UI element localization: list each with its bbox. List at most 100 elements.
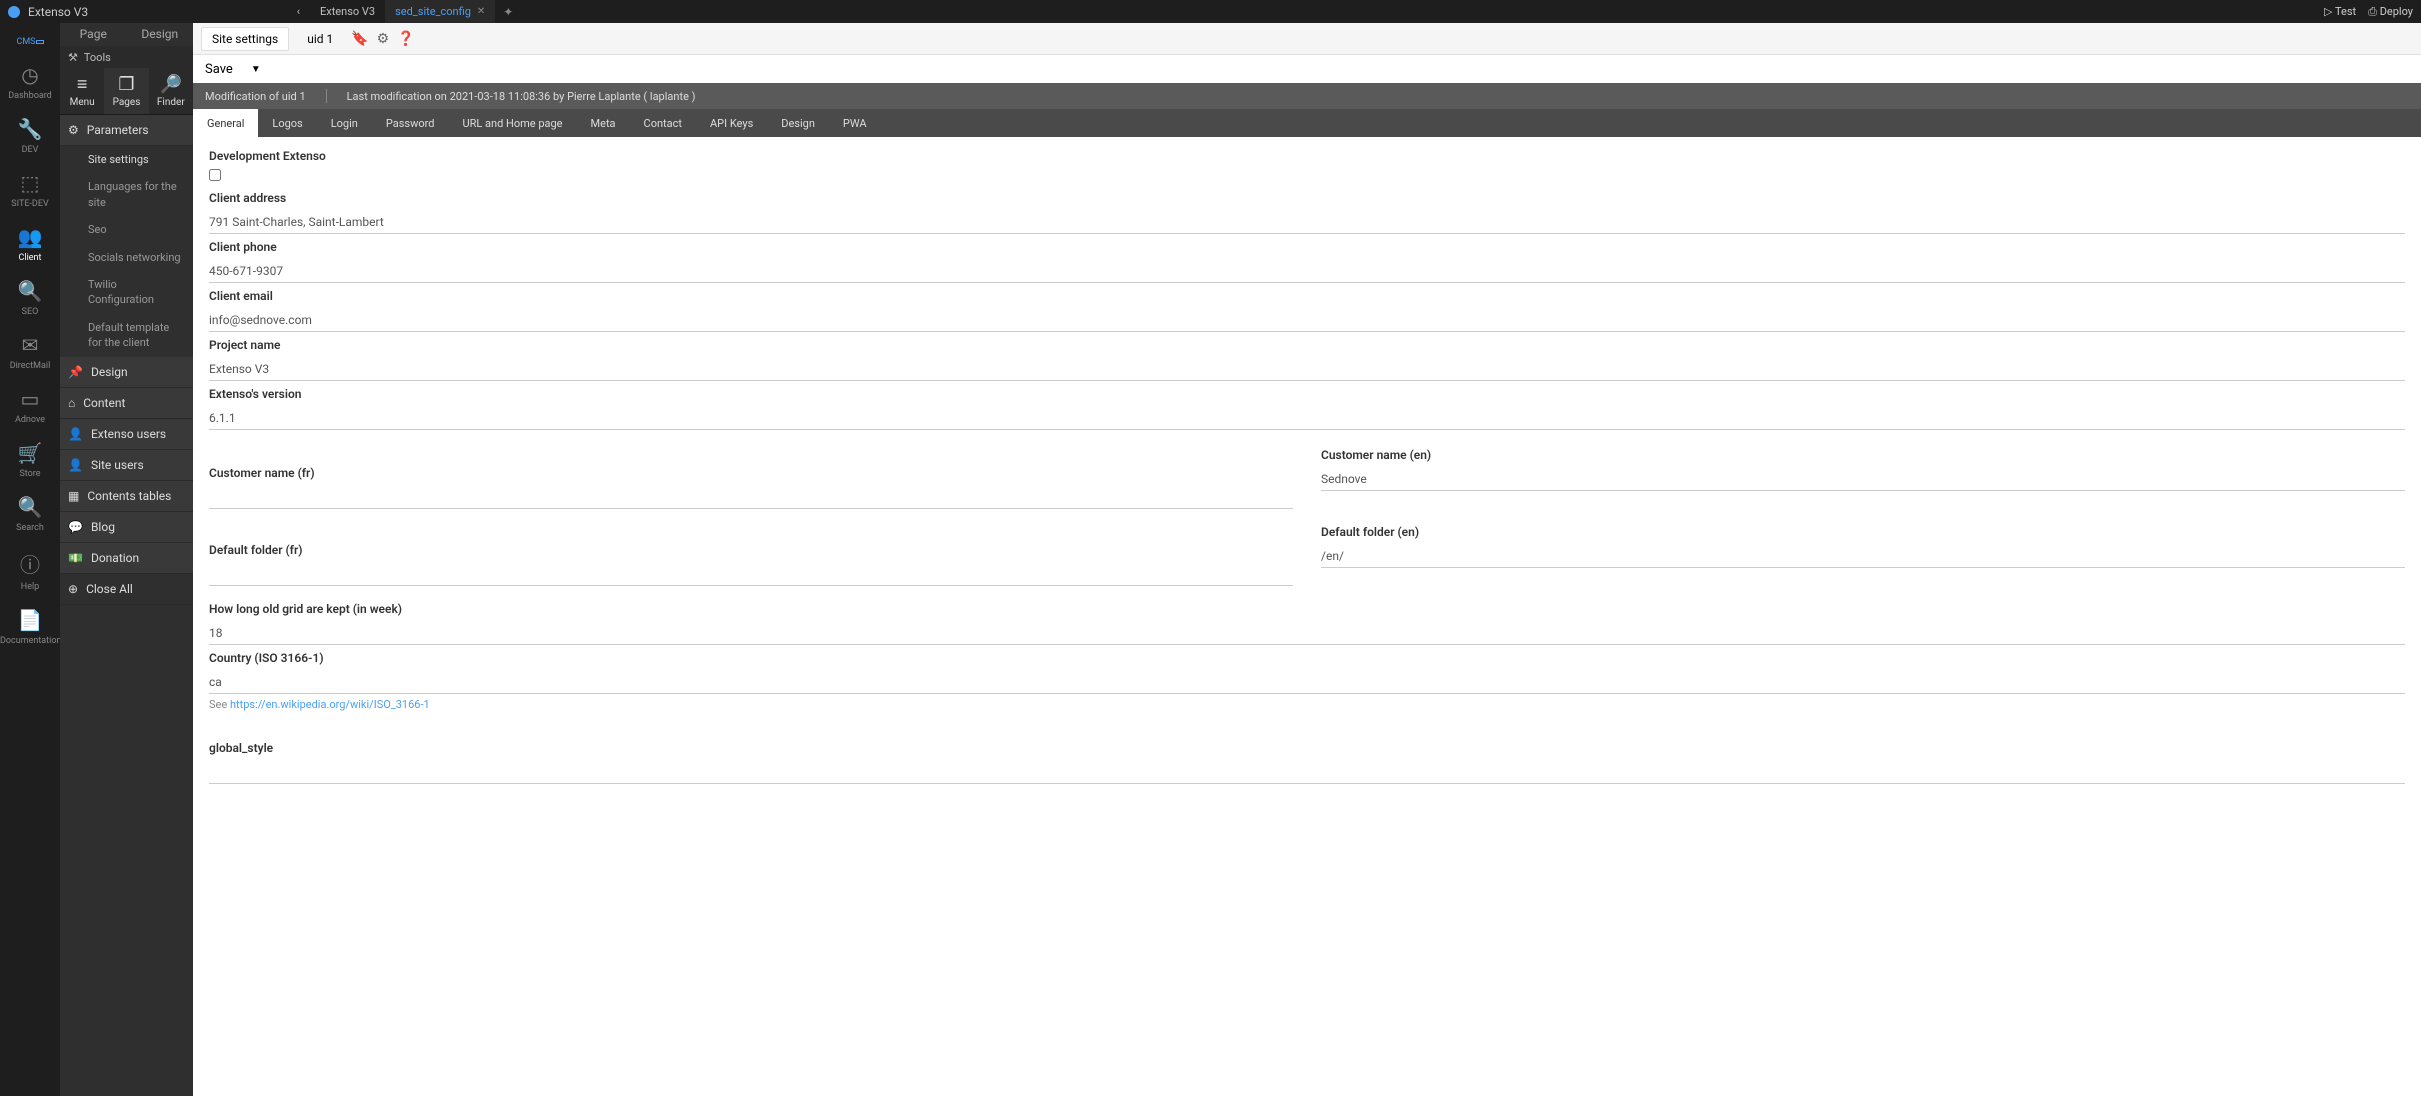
- tab-logos[interactable]: Logos: [258, 109, 316, 137]
- subitem-default-template[interactable]: Default template for the client: [60, 314, 193, 357]
- finder-button[interactable]: 🔎Finder: [149, 68, 193, 114]
- rail-adnove[interactable]: ▭Adnove: [0, 379, 60, 433]
- input-client-email[interactable]: [209, 309, 2405, 332]
- rail-dashboard[interactable]: ◷Dashboard: [0, 55, 60, 109]
- input-country[interactable]: [209, 671, 2405, 694]
- tab-sed-site-config[interactable]: sed_site_config ✕: [385, 0, 495, 23]
- subitem-site-settings[interactable]: Site settings: [60, 146, 193, 173]
- input-default-folder-fr[interactable]: [209, 563, 1293, 586]
- bookmark-icon[interactable]: 🔖: [351, 31, 368, 47]
- input-default-folder-en[interactable]: [1321, 545, 2405, 568]
- link-iso[interactable]: https://en.wikipedia.org/wiki/ISO_3166-1: [230, 698, 430, 711]
- test-button[interactable]: ▷ Test: [2324, 5, 2356, 19]
- save-bar: Save ▼: [193, 55, 2421, 83]
- rail-store[interactable]: 🛒Store: [0, 433, 60, 487]
- accordion-blog[interactable]: 💬Blog: [60, 512, 193, 543]
- accordion-extenso-users[interactable]: 👤Extenso users: [60, 419, 193, 450]
- label-dev-extenso: Development Extenso: [209, 149, 2405, 163]
- gear-icon[interactable]: ⚙: [377, 31, 390, 47]
- help-icon[interactable]: ❓: [397, 31, 414, 47]
- label-grid-kept: How long old grid are kept (in week): [209, 602, 2405, 616]
- rail-dev[interactable]: 🔧DEV: [0, 109, 60, 163]
- accordion-design[interactable]: 📌Design: [60, 357, 193, 388]
- crumb-uid: uid 1: [297, 28, 343, 50]
- rail-seo[interactable]: 🔍SEO: [0, 271, 60, 325]
- tab-login[interactable]: Login: [317, 109, 372, 137]
- subitem-socials[interactable]: Socials networking: [60, 244, 193, 271]
- accordion-contents-tables[interactable]: ▦Contents tables: [60, 481, 193, 512]
- tab-general[interactable]: General: [193, 109, 258, 137]
- label-client-email: Client email: [209, 289, 2405, 303]
- input-extenso-version[interactable]: [209, 407, 2405, 430]
- input-grid-kept[interactable]: [209, 622, 2405, 645]
- label-country: Country (ISO 3166-1): [209, 651, 2405, 665]
- pages-icon: ❐: [108, 74, 144, 95]
- rail-cms[interactable]: CMS: [0, 29, 60, 55]
- tab-design[interactable]: Design: [767, 109, 829, 137]
- tab-url-home[interactable]: URL and Home page: [448, 109, 576, 137]
- accordion-site-users[interactable]: 👤Site users: [60, 450, 193, 481]
- subitem-languages[interactable]: Languages for the site: [60, 173, 193, 216]
- content-tabs: General Logos Login Password URL and Hom…: [193, 109, 2421, 137]
- rail-sitedev[interactable]: ⬚SITE-DEV: [0, 163, 60, 217]
- accordion-parameters[interactable]: ⚙Parameters: [60, 115, 193, 146]
- hamburger-icon: ≡: [64, 74, 100, 95]
- rail-help[interactable]: ⓘHelp: [0, 541, 60, 600]
- tab-meta[interactable]: Meta: [577, 109, 630, 137]
- tab-apikeys[interactable]: API Keys: [696, 109, 767, 137]
- rail-client[interactable]: 👥Client: [0, 217, 60, 271]
- input-client-address[interactable]: [209, 211, 2405, 234]
- input-global-style[interactable]: [209, 761, 2405, 784]
- label-default-folder-en: Default folder (en): [1321, 525, 2405, 539]
- subitem-twilio[interactable]: Twilio Configuration: [60, 271, 193, 314]
- input-client-phone[interactable]: [209, 260, 2405, 283]
- deploy-button[interactable]: ⎙ Deploy: [2368, 5, 2413, 19]
- rail-directmail[interactable]: ✉DirectMail: [0, 325, 60, 379]
- tab-extenso[interactable]: Extenso V3: [310, 0, 385, 23]
- tab-pwa[interactable]: PWA: [829, 109, 881, 137]
- accordion-content[interactable]: ⌂Content: [60, 388, 193, 419]
- tab-label: sed_site_config: [395, 5, 471, 18]
- rail-documentation[interactable]: 📄Documentation: [0, 600, 60, 654]
- app-title: Extenso V3: [28, 5, 88, 19]
- gear-icon: ⚙: [68, 123, 79, 137]
- crumb-site-settings[interactable]: Site settings: [201, 27, 289, 51]
- label-client-address: Client address: [209, 191, 2405, 205]
- breadcrumb-bar: Site settings uid 1 🔖 ⚙ ❓: [193, 23, 2421, 55]
- tab-add-icon[interactable]: ✦: [495, 5, 521, 19]
- tab-prev-icon[interactable]: ‹: [297, 5, 300, 18]
- rail-search[interactable]: 🔍Search: [0, 487, 60, 541]
- menu-icon: [36, 40, 44, 44]
- close-icon[interactable]: ✕: [477, 6, 485, 17]
- doc-icon: 📄: [0, 608, 60, 632]
- chat-icon: 💬: [68, 520, 83, 534]
- label-default-folder-fr: Default folder (fr): [209, 543, 1293, 557]
- home-icon: ⌂: [68, 396, 75, 410]
- tab-password[interactable]: Password: [372, 109, 449, 137]
- helptext-country: See https://en.wikipedia.org/wiki/ISO_31…: [209, 698, 2405, 711]
- input-project-name[interactable]: [209, 358, 2405, 381]
- tab-contact[interactable]: Contact: [630, 109, 696, 137]
- save-dropdown-icon[interactable]: ▼: [251, 64, 261, 75]
- search-icon: 🔍: [0, 495, 60, 519]
- app-icon: [8, 6, 20, 18]
- label-project-name: Project name: [209, 338, 2405, 352]
- label-customer-name-fr: Customer name (fr): [209, 466, 1293, 480]
- menu-button[interactable]: ≡Menu: [60, 68, 104, 114]
- accordion-donation[interactable]: 💵Donation: [60, 543, 193, 574]
- users-icon: 👥: [0, 225, 60, 249]
- pin-icon: 📌: [68, 365, 83, 379]
- design-tab[interactable]: Design: [127, 23, 194, 46]
- parameters-sublist: Site settings Languages for the site Seo…: [60, 146, 193, 357]
- checkbox-dev-extenso[interactable]: [209, 169, 221, 181]
- page-tab[interactable]: Page: [60, 23, 127, 46]
- pages-button[interactable]: ❐Pages: [104, 68, 148, 114]
- save-button[interactable]: Save: [205, 62, 233, 77]
- close-all-button[interactable]: ⊕Close All: [60, 574, 193, 605]
- input-customer-name-en[interactable]: [1321, 468, 2405, 491]
- subitem-seo[interactable]: Seo: [60, 216, 193, 243]
- info-icon: ⓘ: [0, 549, 60, 578]
- label-client-phone: Client phone: [209, 240, 2405, 254]
- tools-label: Tools: [84, 51, 111, 64]
- input-customer-name-fr[interactable]: [209, 486, 1293, 509]
